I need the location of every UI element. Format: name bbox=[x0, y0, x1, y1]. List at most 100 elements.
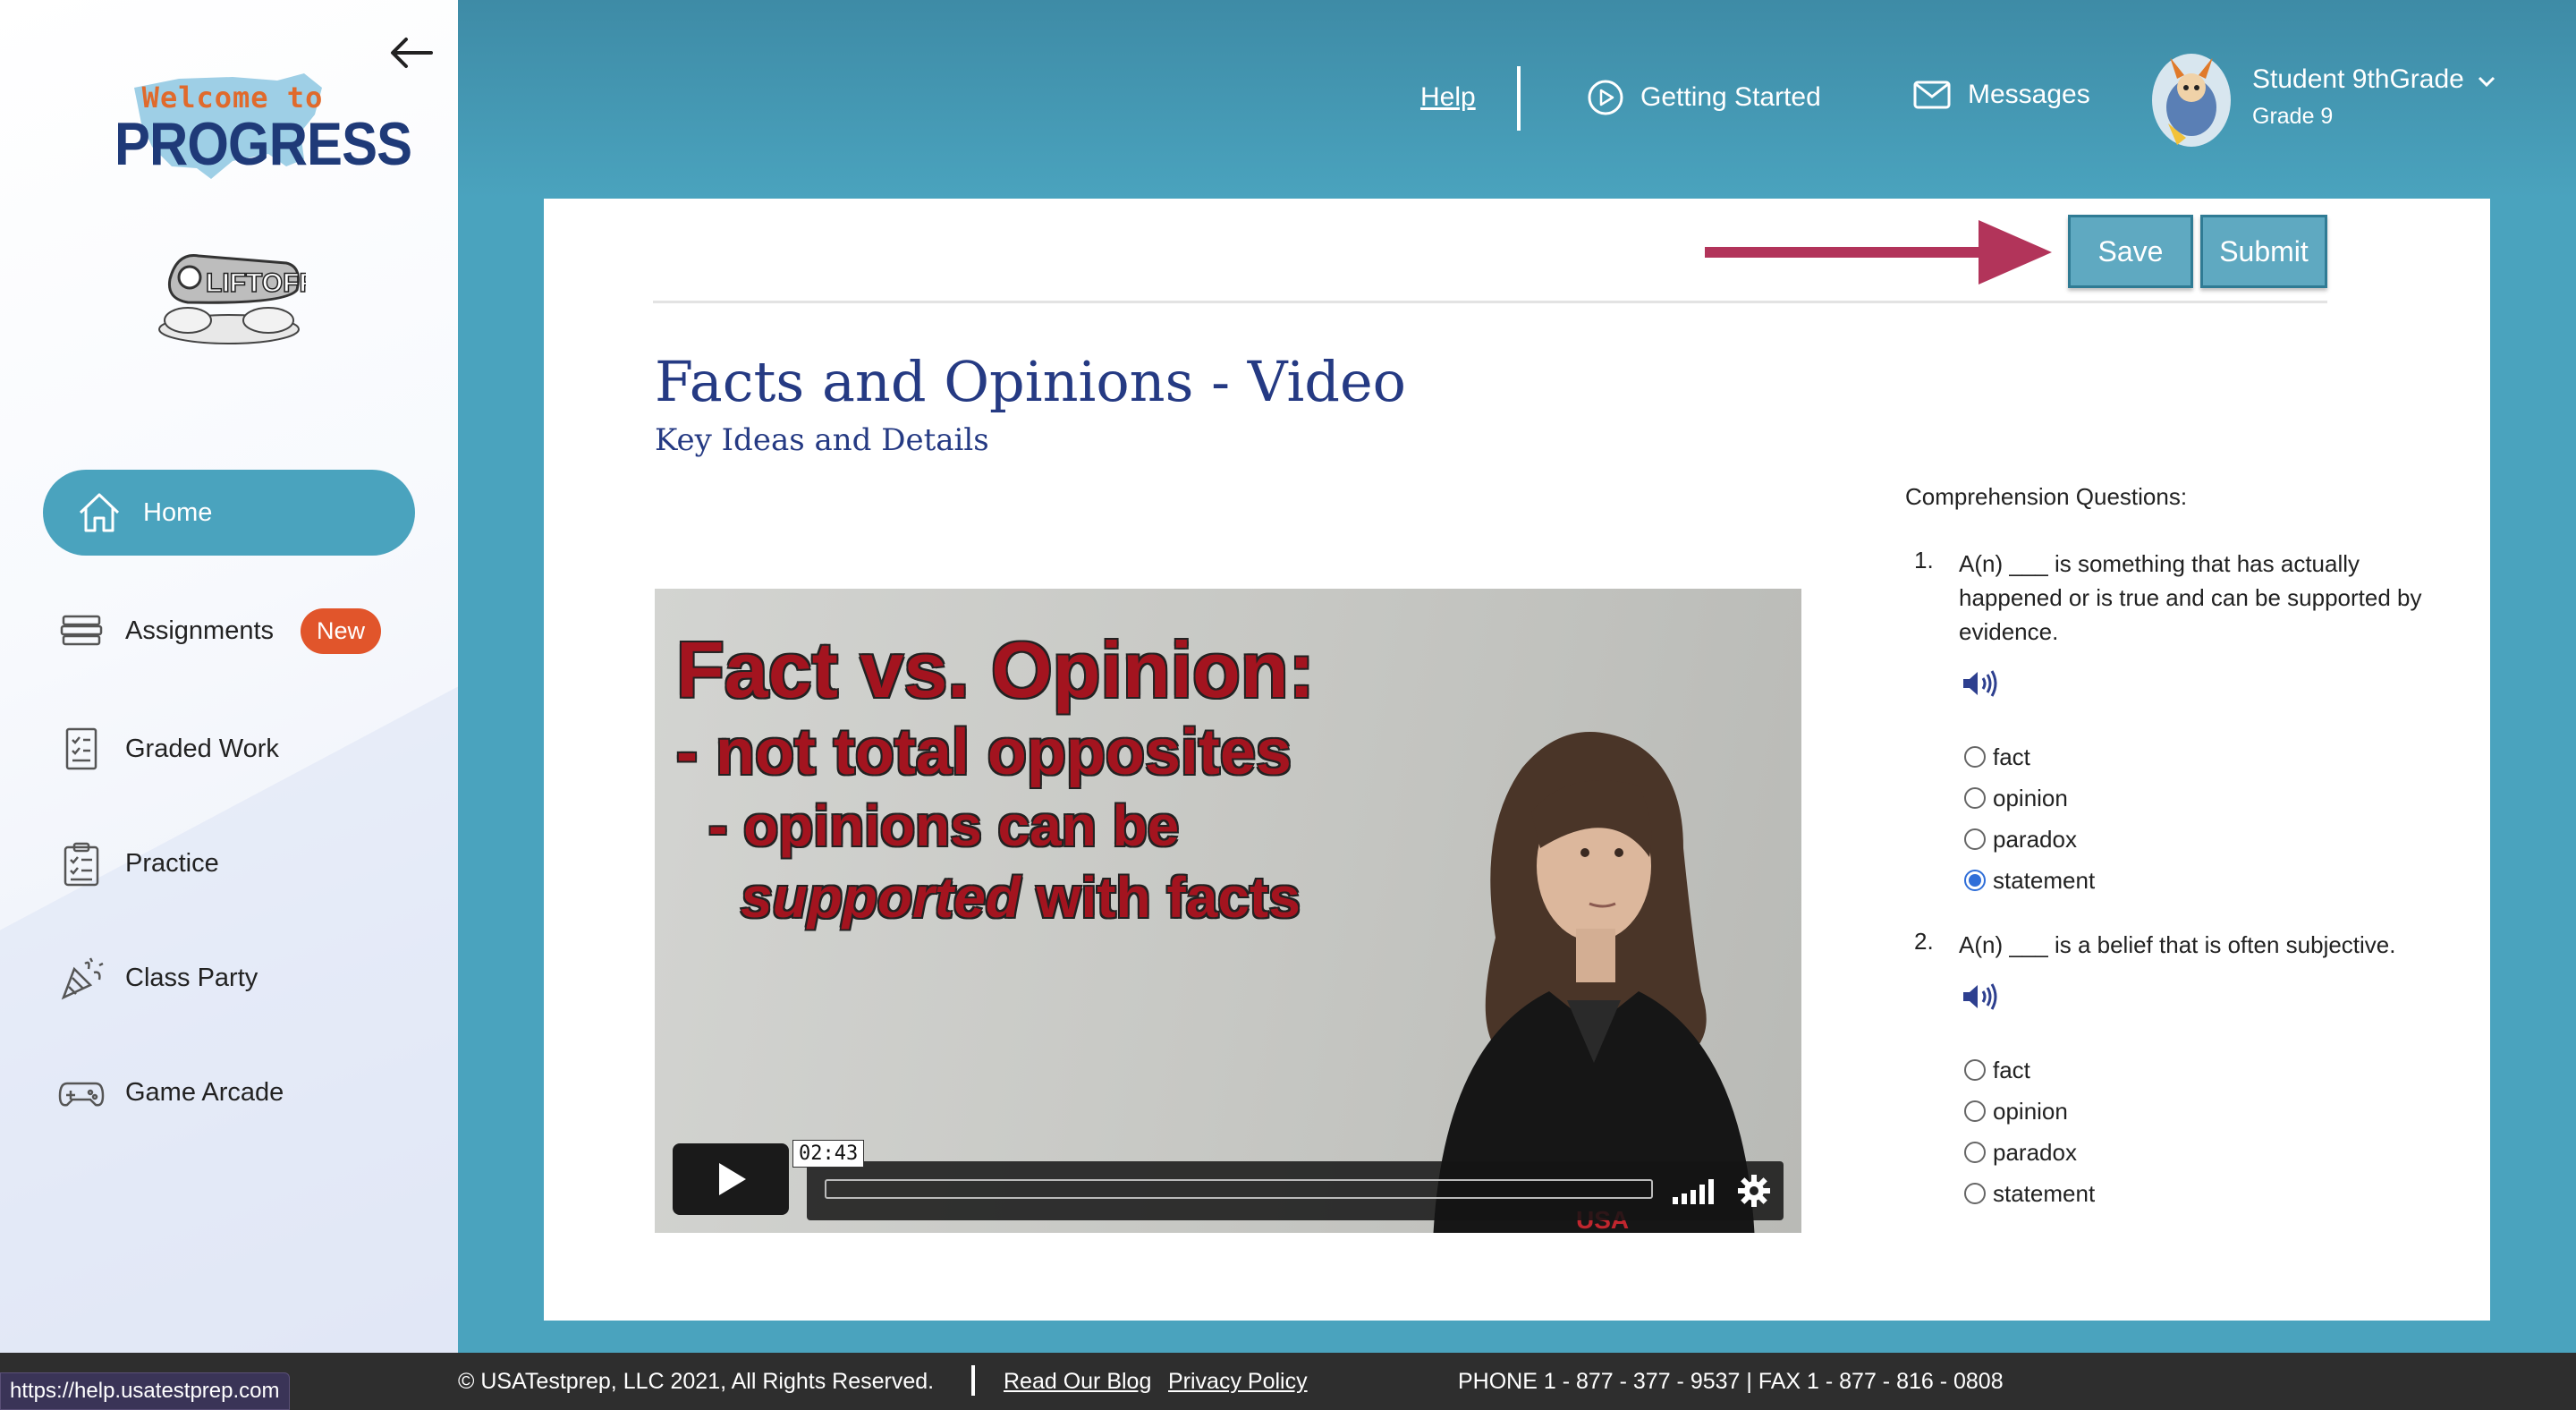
sidebar-item-label: Practice bbox=[125, 848, 219, 878]
sidebar-item-practice[interactable]: Practice bbox=[43, 820, 415, 906]
option-label: fact bbox=[1993, 743, 2030, 770]
sidebar-item-graded-work[interactable]: Graded Work bbox=[43, 706, 415, 792]
video-text-line: - opinions can be bbox=[708, 794, 1180, 858]
graded-work-icon bbox=[55, 723, 107, 775]
footer: © USATestprep, LLC 2021, All Rights Rese… bbox=[0, 1353, 2576, 1410]
blog-link[interactable]: Read Our Blog bbox=[1004, 1369, 1151, 1395]
messages-link[interactable]: Messages bbox=[1912, 79, 2090, 111]
user-grade: Grade 9 bbox=[2252, 104, 2334, 129]
sidebar-item-label: Assignments bbox=[125, 616, 275, 645]
answer-option[interactable]: opinion bbox=[1964, 777, 2442, 819]
option-label: paradox bbox=[1993, 1138, 2077, 1166]
contact-phone-fax: PHONE 1 - 877 - 377 - 9537 | FAX 1 - 877… bbox=[1458, 1369, 2004, 1394]
question-text: A(n) ___ is something that has actually … bbox=[1959, 550, 2422, 645]
option-label: paradox bbox=[1993, 825, 2077, 853]
envelope-icon bbox=[1913, 81, 1951, 109]
video-text-line: Fact vs. Opinion: bbox=[676, 625, 1315, 714]
sidebar-item-game-arcade[interactable]: Game Arcade bbox=[43, 1049, 415, 1135]
gear-icon[interactable] bbox=[1737, 1174, 1771, 1208]
video-text-line: supported with facts bbox=[741, 864, 1301, 930]
radio-button[interactable] bbox=[1964, 1100, 1986, 1122]
video-player[interactable]: Fact vs. Opinion: - not total opposites … bbox=[655, 589, 1801, 1233]
radio-button-selected[interactable] bbox=[1964, 870, 1986, 891]
video-text-emphasis: supported bbox=[741, 865, 1021, 930]
video-time: 02:43 bbox=[792, 1140, 865, 1168]
play-circle-icon bbox=[1588, 80, 1623, 115]
divider bbox=[653, 301, 2327, 303]
answer-options: fact opinion paradox statement bbox=[1964, 1049, 2442, 1214]
help-link[interactable]: Help bbox=[1420, 82, 1476, 113]
arrow-right-icon bbox=[1705, 220, 2052, 285]
submit-button[interactable]: Submit bbox=[2200, 215, 2327, 288]
questions-heading: Comprehension Questions: bbox=[1905, 483, 2188, 510]
sidebar-item-label: Class Party bbox=[125, 963, 258, 992]
question-number: 1. bbox=[1914, 547, 1934, 573]
question-2: 2. A(n) ___ is a belief that is often su… bbox=[1905, 928, 2442, 1214]
user-name: Student 9thGrade bbox=[2252, 64, 2464, 94]
back-arrow-icon[interactable] bbox=[385, 30, 438, 75]
practice-icon bbox=[55, 837, 107, 889]
status-bar-url: https://help.usatestprep.com bbox=[0, 1372, 290, 1410]
gamepad-icon bbox=[55, 1066, 107, 1118]
answer-option[interactable]: fact bbox=[1964, 736, 2442, 777]
volume-icon[interactable] bbox=[1671, 1177, 1721, 1204]
avatar[interactable] bbox=[2150, 52, 2233, 149]
option-label: opinion bbox=[1993, 784, 2068, 811]
answer-option[interactable]: statement bbox=[1964, 1173, 2442, 1214]
page-title: Facts and Opinions - Video bbox=[655, 349, 1406, 414]
party-popper-icon bbox=[55, 952, 107, 1004]
speaker-icon[interactable] bbox=[1961, 668, 1998, 699]
sidebar-item-label: Game Arcade bbox=[125, 1077, 284, 1107]
comprehension-questions: Comprehension Questions: 1. A(n) ___ is … bbox=[1905, 483, 2442, 1241]
option-label: fact bbox=[1993, 1056, 2030, 1083]
sidebar-item-label: Home bbox=[143, 497, 213, 527]
question-number: 2. bbox=[1914, 928, 1934, 955]
option-label: statement bbox=[1993, 866, 2096, 894]
radio-button[interactable] bbox=[1964, 828, 1986, 850]
option-label: statement bbox=[1993, 1179, 2096, 1207]
answer-option[interactable]: statement bbox=[1964, 860, 2442, 901]
option-label: opinion bbox=[1993, 1097, 2068, 1125]
question-1: 1. A(n) ___ is something that has actual… bbox=[1905, 547, 2442, 901]
copyright-text: © USATestprep, LLC 2021, All Rights Rese… bbox=[458, 1369, 935, 1394]
liftoff-logo: LIFTOFF bbox=[158, 254, 306, 344]
sidebar-item-home[interactable]: Home bbox=[43, 470, 415, 556]
radio-button[interactable] bbox=[1964, 1183, 1986, 1204]
sidebar-item-label: Graded Work bbox=[125, 734, 279, 763]
sidebar: Welcome to PROGRESS LIFTOFF Home Assignm… bbox=[0, 0, 458, 1353]
messages-label: Messages bbox=[1968, 80, 2090, 109]
answer-option[interactable]: paradox bbox=[1964, 1132, 2442, 1173]
footer-divider bbox=[971, 1365, 975, 1396]
header-divider bbox=[1517, 66, 1521, 131]
privacy-policy-link[interactable]: Privacy Policy bbox=[1168, 1369, 1308, 1395]
radio-button[interactable] bbox=[1964, 787, 1986, 809]
answer-option[interactable]: paradox bbox=[1964, 819, 2442, 860]
save-button[interactable]: Save bbox=[2068, 215, 2193, 288]
user-menu[interactable]: Student 9thGrade bbox=[2252, 64, 2496, 95]
liftoff-text: LIFTOFF bbox=[206, 268, 306, 298]
answer-option[interactable]: opinion bbox=[1964, 1091, 2442, 1132]
chevron-down-icon bbox=[2479, 76, 2496, 88]
question-text: A(n) ___ is a belief that is often subje… bbox=[1959, 931, 2396, 958]
sidebar-item-assignments[interactable]: Assignments New bbox=[43, 588, 415, 674]
getting-started-label: Getting Started bbox=[1640, 82, 1821, 112]
logo-progress-text: PROGRESS bbox=[114, 110, 412, 178]
radio-button[interactable] bbox=[1964, 1059, 1986, 1081]
play-icon bbox=[719, 1163, 746, 1195]
answer-option[interactable]: fact bbox=[1964, 1049, 2442, 1091]
play-button[interactable] bbox=[673, 1143, 789, 1215]
sidebar-item-class-party[interactable]: Class Party bbox=[43, 935, 415, 1021]
new-badge: New bbox=[301, 607, 382, 654]
progress-logo[interactable]: Welcome to PROGRESS bbox=[98, 54, 412, 206]
answer-options: fact opinion paradox statement bbox=[1964, 736, 2442, 901]
home-icon bbox=[73, 487, 125, 539]
radio-button[interactable] bbox=[1964, 1142, 1986, 1163]
presenter-figure bbox=[1433, 732, 1755, 1233]
speaker-icon[interactable] bbox=[1961, 981, 1998, 1012]
radio-button[interactable] bbox=[1964, 746, 1986, 768]
page-subtitle: Key Ideas and Details bbox=[655, 422, 989, 458]
getting-started-link[interactable]: Getting Started bbox=[1587, 79, 1821, 116]
assignments-icon bbox=[55, 605, 107, 657]
video-progress-bar[interactable] bbox=[825, 1179, 1653, 1199]
video-text-line: - not total opposites bbox=[676, 717, 1292, 788]
